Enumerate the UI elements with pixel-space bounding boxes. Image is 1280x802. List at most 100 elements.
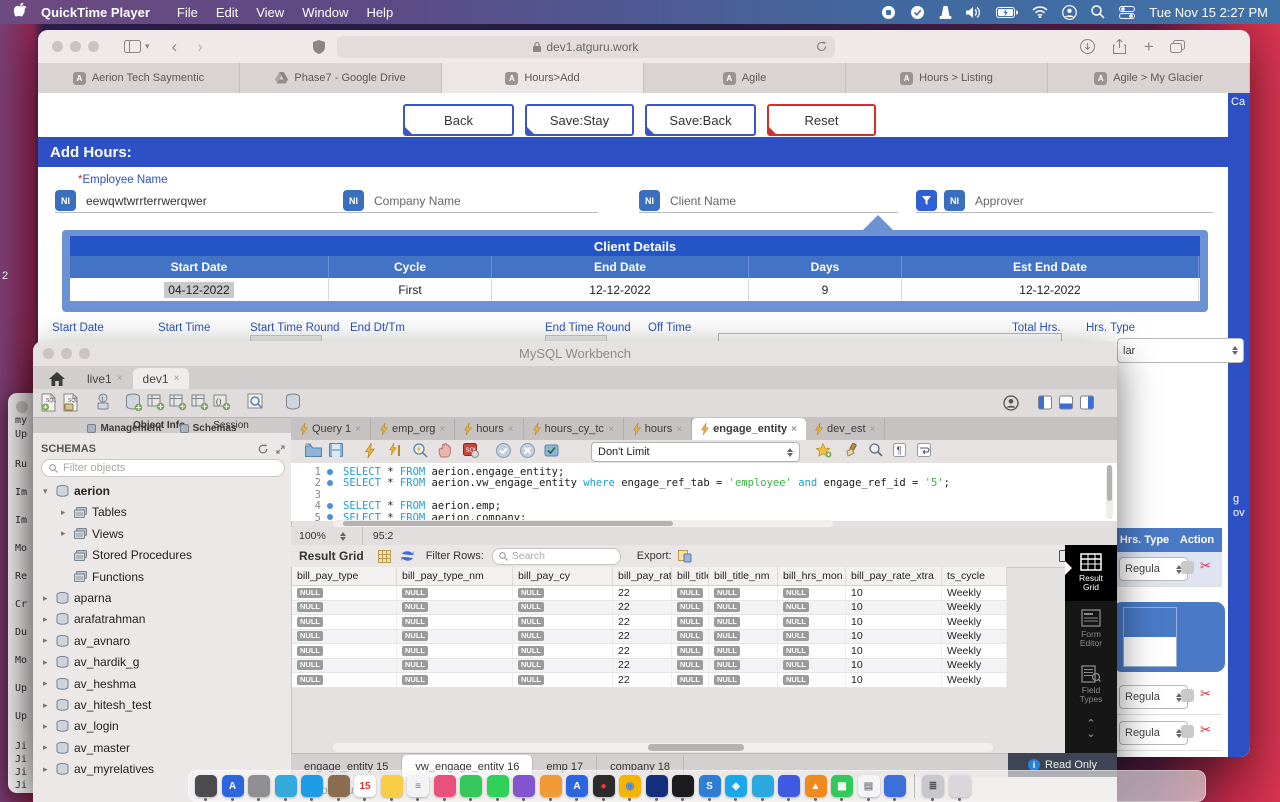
tree-chevron-icon[interactable]: ▸ — [43, 678, 51, 689]
rail-field-types[interactable]: FieldTypes — [1065, 657, 1117, 713]
dock-app-21[interactable] — [752, 775, 774, 797]
query-tab-hours_cy_tc[interactable]: hours_cy_tc× — [524, 418, 624, 440]
grid-cell[interactable]: NULL — [513, 601, 613, 615]
grid-cell[interactable]: NULL — [672, 601, 709, 615]
dock-app-25[interactable]: ▤ — [858, 775, 880, 797]
grid-col-header[interactable]: bill_pay_rate_xtra — [846, 567, 942, 585]
mysql-workbench-window[interactable]: MySQL Workbench live1×dev1× SQLSQLi() Ma… — [33, 341, 1117, 802]
grid-cell[interactable]: Weekly — [942, 601, 1007, 615]
schema-tree-item-av-hitesh-test[interactable]: ▸av_hitesh_test — [43, 695, 151, 715]
back-button[interactable]: Back — [403, 104, 514, 136]
save-back-button[interactable]: Save:Back — [645, 104, 756, 136]
close-tab-icon[interactable]: × — [117, 373, 123, 384]
dock-app-22[interactable] — [778, 775, 800, 797]
connection-tab-live1[interactable]: live1× — [77, 368, 133, 389]
share-icon[interactable] — [1113, 39, 1126, 54]
tree-chevron-icon[interactable]: ▸ — [43, 614, 51, 625]
grid-cell[interactable]: 10 — [846, 644, 942, 658]
tree-chevron-icon[interactable]: ▸ — [61, 528, 69, 539]
grid-cell[interactable]: NULL — [778, 673, 846, 687]
sidebar-icon[interactable] — [124, 40, 141, 53]
grid-cell[interactable]: NULL — [709, 601, 778, 615]
filter-objects-input[interactable]: Filter objects — [41, 459, 285, 477]
dock-app-24[interactable]: ▦ — [831, 775, 853, 797]
grid-cell[interactable]: 22 — [613, 673, 672, 687]
reload-icon[interactable] — [816, 41, 827, 52]
collapse-panel-icon[interactable] — [276, 445, 285, 454]
grid-cell[interactable]: 22 — [613, 659, 672, 673]
hrs-type-row-select[interactable]: Regula — [1119, 685, 1188, 709]
dock-app-4[interactable] — [301, 775, 323, 797]
delete-row-scissors-icon[interactable]: ✂ — [1200, 722, 1211, 738]
grid-col-header[interactable]: bill_title — [672, 567, 709, 585]
grid-row[interactable]: NULLNULLNULL22NULLNULLNULL10Weekly — [292, 673, 1007, 688]
close-tab-icon[interactable]: × — [174, 373, 180, 384]
sidebar-section-tab-management[interactable]: Management — [87, 423, 161, 434]
browser-tab-0[interactable]: AAerion Tech Saymentic — [38, 63, 240, 93]
grid-cell[interactable]: NULL — [397, 673, 513, 687]
schema-tree-item-av-master[interactable]: ▸av_master — [43, 738, 130, 758]
dock-app-5[interactable] — [328, 775, 350, 797]
dock-app-11[interactable] — [487, 775, 509, 797]
grid-cell[interactable]: NULL — [397, 586, 513, 600]
limit-select[interactable]: Don't Limit — [591, 442, 800, 462]
grid-cell[interactable]: 10 — [846, 586, 942, 600]
tree-chevron-icon[interactable]: ▸ — [43, 764, 51, 775]
grid-cell[interactable]: NULL — [292, 630, 397, 644]
approver-input[interactable]: Approver — [975, 194, 1024, 208]
screen-record-icon[interactable] — [881, 5, 896, 20]
grid-cell[interactable]: Weekly — [942, 615, 1007, 629]
delete-row-scissors-icon[interactable]: ✂ — [1200, 686, 1211, 702]
grid-row[interactable]: NULLNULLNULL22NULLNULLNULL10Weekly — [292, 630, 1007, 645]
query-tab-hours[interactable]: hours× — [455, 418, 523, 440]
grid-hscrollbar[interactable] — [333, 743, 993, 752]
hrs-type-open-dropdown[interactable] — [1123, 607, 1177, 667]
grid-cell[interactable]: NULL — [672, 644, 709, 658]
grid-col-header[interactable]: ts_cycle — [942, 567, 1007, 585]
battery-icon[interactable] — [996, 7, 1018, 18]
close-window-button[interactable] — [52, 41, 63, 52]
dock-app-20[interactable]: ◈ — [725, 775, 747, 797]
grid-col-header[interactable]: bill_pay_rate — [613, 567, 672, 585]
grid-col-header[interactable]: bill_title_nm — [709, 567, 778, 585]
tree-chevron-icon[interactable]: ▸ — [43, 593, 51, 604]
grid-cell[interactable]: NULL — [709, 659, 778, 673]
grid-cell[interactable]: Weekly — [942, 630, 1007, 644]
hrs-type-row-select[interactable]: Regula — [1119, 557, 1188, 581]
sidebar-chevron-icon[interactable]: ▾ — [145, 41, 150, 52]
grid-cell[interactable]: NULL — [778, 601, 846, 615]
dock-app-3[interactable] — [275, 775, 297, 797]
browser-tab-1[interactable]: Phase7 - Google Drive — [240, 63, 442, 93]
grid-cell[interactable]: NULL — [292, 673, 397, 687]
grid-cell[interactable]: NULL — [513, 630, 613, 644]
dock-app-13[interactable] — [540, 775, 562, 797]
grid-cell[interactable]: Weekly — [942, 659, 1007, 673]
schema-tree-item-functions[interactable]: Functions — [61, 567, 144, 587]
grid-cell[interactable]: 10 — [846, 630, 942, 644]
sql-hscrollbar[interactable] — [333, 520, 833, 527]
grid-row[interactable]: NULLNULLNULL22NULLNULLNULL10Weekly — [292, 615, 1007, 630]
dock-app-17[interactable] — [646, 775, 668, 797]
schema-tree-item-arafatrahman[interactable]: ▸arafatrahman — [43, 609, 145, 629]
refresh-schemas-icon[interactable] — [258, 444, 268, 454]
vlc-cone-icon[interactable] — [939, 5, 952, 20]
grid-cell[interactable]: NULL — [778, 659, 846, 673]
menu-window[interactable]: Window — [302, 5, 348, 20]
schema-tree-item-views[interactable]: ▸Views — [61, 524, 124, 544]
grid-col-header[interactable]: bill_pay_type_nm — [397, 567, 513, 585]
filter-rows-input[interactable]: Search — [492, 548, 621, 565]
grid-cell[interactable]: 22 — [613, 630, 672, 644]
dock-app-8[interactable]: ≡ — [407, 775, 429, 797]
approver-filter-button[interactable] — [916, 190, 937, 211]
grid-icon[interactable] — [378, 550, 391, 563]
grid-cell[interactable]: NULL — [397, 601, 513, 615]
reset-button[interactable]: Reset — [767, 104, 876, 136]
dock-app-19[interactable]: S — [699, 775, 721, 797]
zoom-stepper-icon[interactable] — [340, 532, 346, 541]
menu-edit[interactable]: Edit — [216, 5, 238, 20]
close-tab-icon[interactable]: × — [870, 424, 876, 435]
grid-cell[interactable]: NULL — [709, 673, 778, 687]
apple-menu-icon[interactable] — [14, 3, 27, 21]
new-tab-icon[interactable]: + — [1144, 37, 1154, 57]
grid-cell[interactable]: Weekly — [942, 673, 1007, 687]
